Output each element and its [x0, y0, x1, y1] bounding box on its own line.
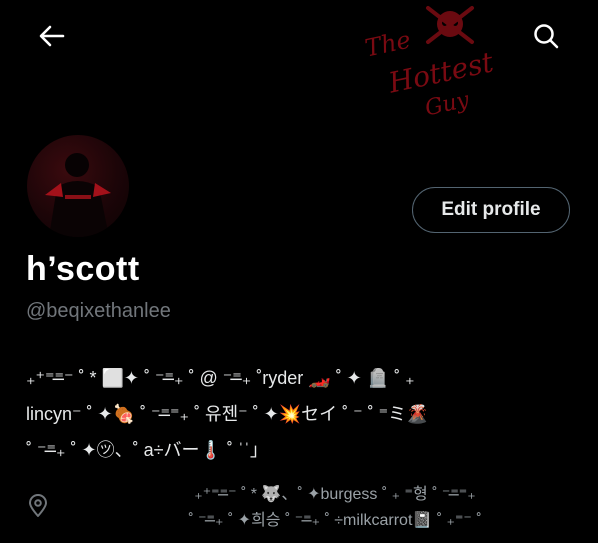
- display-name: h’scott: [26, 250, 140, 288]
- banner-text-line1: The: [362, 25, 414, 63]
- location: ₊⁺⁼⁼̶⁻ ˚ * 🐺、˚ ✦burgess ˚ ₊ ⁼형 ˚ ⁻⁼̶⁼₊ ˚…: [100, 482, 570, 534]
- avatar[interactable]: [24, 132, 132, 240]
- skull-icon: [426, 6, 474, 44]
- search-icon: [534, 24, 559, 49]
- search-button[interactable]: [524, 16, 568, 56]
- bio-line: ₊⁺⁼⁼̶⁻ ˚ * ⬜✦ ˚ ⁻⁼̶₊ ˚ @ ⁻⁼̶₊ ˚ryder 🏎️ …: [26, 368, 415, 388]
- banner-text-line3: Guy: [422, 87, 472, 122]
- bio: ₊⁺⁼⁼̶⁻ ˚ * ⬜✦ ˚ ⁻⁼̶₊ ˚ @ ⁻⁼̶₊ ˚ryder 🏎️ …: [26, 360, 571, 468]
- bio-line: lincyn⁻ ˚ ✦🍖 ˚ ⁻⁼̶⁼₊ ˚ 유젠⁻ ˚ ✦💥セイ ˚ ⁻ ˚ …: [26, 404, 429, 424]
- banner-art: The Hottest Guy: [350, 0, 520, 130]
- location-line: ˚ ⁻⁼̶₊ ˚ ✦희승 ˚ ⁻⁼̶₊ ˚ ÷milkcarrot📓 ˚ ₊⁼⁻…: [188, 512, 482, 529]
- avatar-figure: [45, 153, 111, 237]
- top-bar: The Hottest Guy: [0, 0, 598, 121]
- back-button[interactable]: [30, 18, 74, 54]
- location-pin-icon: [29, 494, 47, 517]
- user-handle: @beqixethanlee: [26, 300, 171, 322]
- location-line: ₊⁺⁼⁼̶⁻ ˚ * 🐺、˚ ✦burgess ˚ ₊ ⁼형 ˚ ⁻⁼̶⁼₊: [194, 486, 476, 503]
- bio-line: ˚ ⁻⁼̶₊ ˚ ✦㋡、˚ a÷バー🌡️ ˚ ˈˈ」: [26, 440, 268, 460]
- arrow-left-icon: [39, 25, 65, 47]
- edit-profile-button[interactable]: Edit profile: [412, 187, 570, 233]
